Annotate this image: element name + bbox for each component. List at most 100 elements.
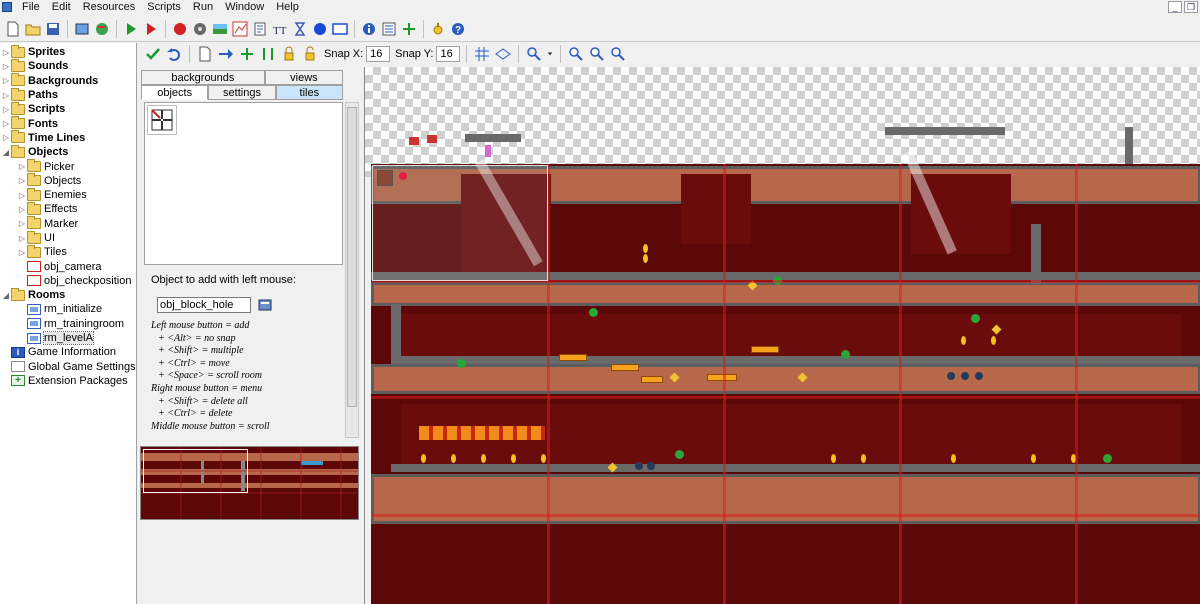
expand-icon[interactable]: ▷ bbox=[2, 119, 10, 128]
menu-edit[interactable]: Edit bbox=[46, 0, 77, 14]
show-options-icon[interactable] bbox=[525, 45, 543, 63]
menu-help[interactable]: Help bbox=[270, 0, 305, 14]
tree-item-rm-levela[interactable]: rm_levelA bbox=[0, 331, 136, 346]
isometric-grid-icon[interactable] bbox=[494, 45, 512, 63]
tree-item-picker[interactable]: ▷ Picker bbox=[0, 159, 136, 173]
view-rectangle[interactable] bbox=[372, 165, 548, 281]
restore-button[interactable]: ❐ bbox=[1184, 1, 1198, 13]
create-executable-icon[interactable] bbox=[73, 20, 91, 38]
manual-icon[interactable] bbox=[429, 20, 447, 38]
open-icon[interactable] bbox=[24, 20, 42, 38]
help-icon[interactable]: ? bbox=[449, 20, 467, 38]
create-background-icon[interactable] bbox=[211, 20, 229, 38]
create-sprite-icon[interactable] bbox=[171, 20, 189, 38]
tree-item-obj-checkposition[interactable]: obj_checkposition bbox=[0, 274, 136, 288]
room-canvas[interactable] bbox=[364, 67, 1200, 604]
expand-icon[interactable]: ▷ bbox=[2, 62, 10, 71]
tree-item-global-game-settings[interactable]: Global Game Settings bbox=[0, 360, 136, 374]
expand-icon[interactable]: ▷ bbox=[2, 48, 10, 57]
expand-icon[interactable]: ▷ bbox=[2, 105, 10, 114]
tree-item-backgrounds[interactable]: ▷ Backgrounds bbox=[0, 73, 136, 88]
menu-scripts[interactable]: Scripts bbox=[141, 0, 187, 14]
publish-icon[interactable] bbox=[93, 20, 111, 38]
expand-icon[interactable]: ◢ bbox=[2, 148, 10, 157]
tab-settings[interactable]: settings bbox=[208, 85, 276, 100]
tree-item-marker[interactable]: ▷ Marker bbox=[0, 216, 136, 231]
tree-item-fonts[interactable]: ▷ Fonts bbox=[0, 116, 136, 130]
tree-item-enemies[interactable]: ▷ Enemies bbox=[0, 187, 136, 202]
tree-item-extension-packages[interactable]: + Extension Packages bbox=[0, 374, 136, 388]
extension-icon[interactable] bbox=[400, 20, 418, 38]
create-object-icon[interactable] bbox=[311, 20, 329, 38]
expand-icon[interactable]: ▷ bbox=[18, 176, 26, 185]
selected-object-field[interactable]: obj_block_hole bbox=[157, 297, 251, 313]
tree-item-label: UI bbox=[44, 232, 55, 244]
debug-icon[interactable] bbox=[142, 20, 160, 38]
zoom-out-icon[interactable] bbox=[567, 45, 585, 63]
object-menu-icon[interactable] bbox=[258, 298, 272, 312]
tree-item-rooms[interactable]: ◢ Rooms bbox=[0, 287, 136, 302]
ok-check-icon[interactable] bbox=[144, 45, 162, 63]
minimize-button[interactable]: _ bbox=[1168, 1, 1182, 13]
expand-icon[interactable]: ▷ bbox=[18, 162, 26, 171]
shift-instances-icon[interactable] bbox=[217, 45, 235, 63]
menu-run[interactable]: Run bbox=[187, 0, 219, 14]
create-sound-icon[interactable] bbox=[191, 20, 209, 38]
chevron-down-icon[interactable] bbox=[546, 45, 554, 63]
tab-backgrounds[interactable]: backgrounds bbox=[141, 70, 265, 85]
expand-icon[interactable]: ▷ bbox=[2, 133, 10, 142]
new-icon[interactable] bbox=[4, 20, 22, 38]
panel-scrollbar[interactable] bbox=[345, 102, 359, 438]
lock-instances-icon[interactable] bbox=[280, 45, 298, 63]
tree-item-effects[interactable]: ▷ Effects bbox=[0, 201, 136, 216]
tree-item-objects[interactable]: ▷ Objects bbox=[0, 173, 136, 188]
menu-file[interactable]: File bbox=[16, 0, 46, 14]
expand-icon[interactable]: ▷ bbox=[18, 191, 26, 200]
tree-item-paths[interactable]: ▷ Paths bbox=[0, 87, 136, 102]
menu-resources[interactable]: Resources bbox=[77, 0, 142, 14]
expand-icon[interactable]: ▷ bbox=[18, 234, 26, 243]
game-settings-icon[interactable] bbox=[380, 20, 398, 38]
grid-toggle-icon[interactable] bbox=[473, 45, 491, 63]
zoom-normal-icon[interactable] bbox=[588, 45, 606, 63]
tree-item-ui[interactable]: ▷ UI bbox=[0, 230, 136, 245]
undo-icon[interactable] bbox=[165, 45, 183, 63]
tab-objects[interactable]: objects bbox=[141, 85, 209, 100]
tree-item-scripts[interactable]: ▷ Scripts bbox=[0, 101, 136, 116]
snap-y-input[interactable]: 16 bbox=[436, 46, 461, 62]
expand-icon[interactable]: ▷ bbox=[18, 205, 26, 214]
tree-item-game-information[interactable]: i Game Information bbox=[0, 345, 136, 359]
expand-icon[interactable]: ▷ bbox=[18, 248, 26, 257]
tree-item-obj-camera[interactable]: obj_camera bbox=[0, 259, 136, 273]
create-room-icon[interactable] bbox=[331, 20, 349, 38]
create-path-icon[interactable] bbox=[231, 20, 249, 38]
create-script-icon[interactable] bbox=[251, 20, 269, 38]
tab-tiles[interactable]: tiles bbox=[275, 85, 343, 100]
menu-window[interactable]: Window bbox=[219, 0, 270, 14]
expand-icon[interactable]: ▷ bbox=[2, 91, 10, 100]
save-icon[interactable] bbox=[44, 20, 62, 38]
unlock-instances-icon[interactable] bbox=[301, 45, 319, 63]
tree-item-rm-trainingroom[interactable]: rm_trainingroom bbox=[0, 317, 136, 331]
clear-room-icon[interactable] bbox=[196, 45, 214, 63]
run-icon[interactable] bbox=[122, 20, 140, 38]
snap-x-input[interactable]: 16 bbox=[366, 46, 391, 62]
create-font-icon[interactable]: TT bbox=[271, 20, 289, 38]
game-info-icon[interactable] bbox=[360, 20, 378, 38]
sort-x-icon[interactable] bbox=[238, 45, 256, 63]
expand-icon[interactable]: ▷ bbox=[18, 219, 26, 228]
tree-item-rm-initialize[interactable]: rm_initialize bbox=[0, 302, 136, 316]
zoom-in-icon[interactable] bbox=[609, 45, 627, 63]
tab-views[interactable]: views bbox=[264, 70, 343, 85]
create-timeline-icon[interactable] bbox=[291, 20, 309, 38]
tree-item-time-lines[interactable]: ▷ Time Lines bbox=[0, 130, 136, 145]
room-minimap[interactable] bbox=[140, 446, 359, 520]
tree-item-sounds[interactable]: ▷ Sounds bbox=[0, 58, 136, 73]
tree-item-tiles[interactable]: ▷ Tiles bbox=[0, 244, 136, 259]
expand-icon[interactable]: ▷ bbox=[2, 76, 10, 85]
expand-icon[interactable]: ◢ bbox=[2, 291, 10, 300]
tree-item-objects[interactable]: ◢ Objects bbox=[0, 144, 136, 159]
object-thumbnail[interactable] bbox=[147, 105, 177, 135]
tree-item-sprites[interactable]: ▷ Sprites bbox=[0, 44, 136, 59]
sort-y-icon[interactable] bbox=[259, 45, 277, 63]
